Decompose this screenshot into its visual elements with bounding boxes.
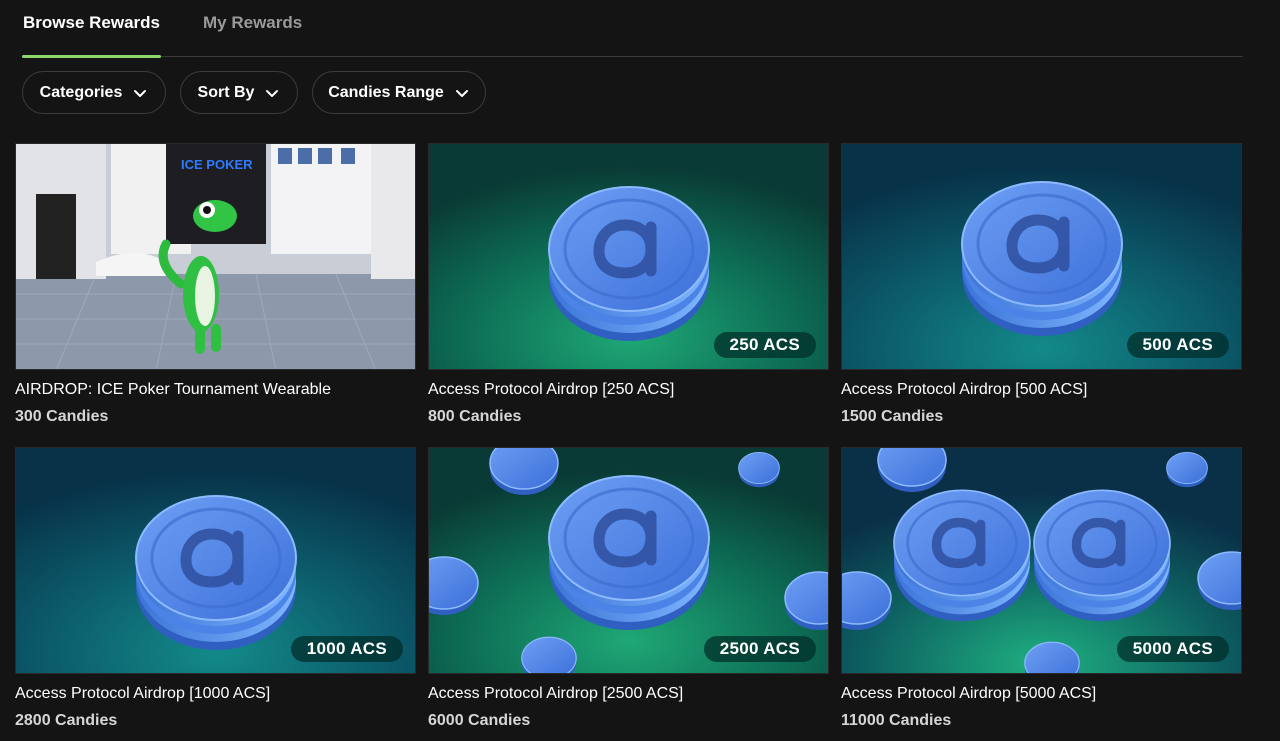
reward-image-acs-500[interactable]: 500 ACS (841, 143, 1242, 370)
reward-image-acs-250[interactable]: 250 ACS (428, 143, 829, 370)
reward-price: 2800 Candies (15, 712, 118, 729)
reward-title[interactable]: Access Protocol Airdrop [500 ACS] (841, 381, 1087, 399)
reward-title[interactable]: Access Protocol Airdrop [250 ACS] (428, 381, 674, 399)
reward-image-acs-1000[interactable]: 1000 ACS (15, 447, 416, 674)
reward-price: 1500 Candies (841, 408, 944, 425)
reward-title[interactable]: AIRDROP: ICE Poker Tournament Wearable (15, 381, 331, 399)
reward-tabs: Browse Rewards My Rewards (22, 0, 1243, 58)
chevron-down-icon (134, 89, 147, 97)
candies-range-dropdown[interactable]: Candies Range (312, 71, 486, 114)
acs-amount-badge: 500 ACS (1126, 332, 1229, 358)
chevron-down-icon (266, 89, 279, 97)
reward-image-ice-poker[interactable]: ICE POKER (15, 143, 416, 370)
categories-label: Categories (39, 83, 123, 101)
tab-browse-rewards[interactable]: Browse Rewards (22, 0, 161, 58)
candies-range-label: Candies Range (328, 83, 444, 101)
ice-poker-sign: ICE POKER (181, 157, 253, 172)
reward-price: 6000 Candies (428, 712, 531, 729)
reward-price: 11000 Candies (841, 712, 952, 729)
reward-price: 300 Candies (15, 408, 109, 425)
reward-image-acs-2500[interactable]: 2500 ACS (428, 447, 829, 674)
categories-dropdown[interactable]: Categories (22, 71, 166, 114)
tab-my-rewards[interactable]: My Rewards (203, 0, 303, 57)
reward-price: 800 Candies (428, 408, 522, 425)
chevron-down-icon (455, 89, 468, 97)
acs-amount-badge: 2500 ACS (703, 636, 816, 662)
reward-title[interactable]: Access Protocol Airdrop [5000 ACS] (841, 685, 1096, 703)
reward-image-acs-5000[interactable]: 5000 ACS (841, 447, 1242, 674)
acs-amount-badge: 250 ACS (713, 332, 816, 358)
reward-title[interactable]: Access Protocol Airdrop [2500 ACS] (428, 685, 683, 703)
sort-by-dropdown[interactable]: Sort By (180, 71, 298, 114)
acs-amount-badge: 5000 ACS (1116, 636, 1229, 662)
reward-title[interactable]: Access Protocol Airdrop [1000 ACS] (15, 685, 270, 703)
acs-amount-badge: 1000 ACS (290, 636, 403, 662)
sort-by-label: Sort By (197, 83, 255, 101)
